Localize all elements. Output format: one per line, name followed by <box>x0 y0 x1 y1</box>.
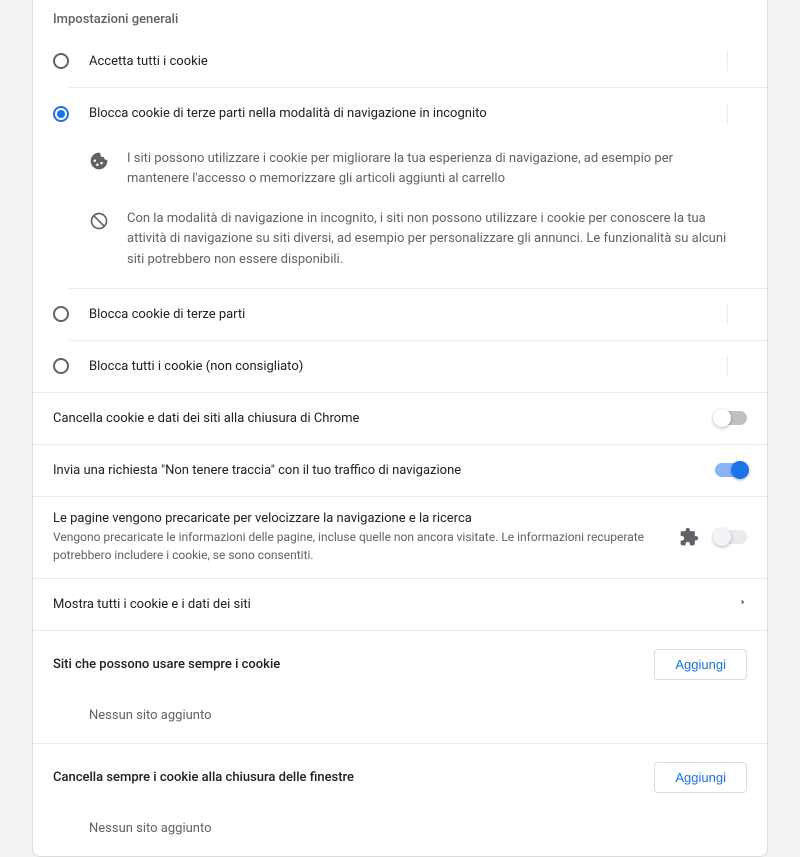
setting-text: Cancella cookie e dati dei siti alla chi… <box>53 411 699 426</box>
cookie-option-block-third-party-incognito[interactable]: Blocca cookie di terze parti nella modal… <box>69 87 767 139</box>
chevron-down-icon[interactable] <box>727 356 747 376</box>
option-label: Blocca cookie di terze parti <box>89 307 715 322</box>
setting-text: Mostra tutti i cookie e i dati dei siti <box>53 597 723 612</box>
option-label: Blocca tutti i cookie (non consigliato) <box>89 359 715 374</box>
cookie-option-block-all[interactable]: Blocca tutti i cookie (non consigliato) <box>69 340 767 392</box>
toggle-switch[interactable] <box>715 411 747 425</box>
description-text: Con la modalità di navigazione in incogn… <box>127 209 737 269</box>
cookie-icon <box>89 151 109 171</box>
setting-label: Mostra tutti i cookie e i dati dei siti <box>53 597 723 612</box>
setting-text: Invia una richiesta "Non tenere traccia"… <box>53 463 699 478</box>
toggle-switch[interactable] <box>715 463 747 477</box>
setting-label: Invia una richiesta "Non tenere traccia"… <box>53 463 699 478</box>
radio-icon <box>53 306 69 322</box>
site-section-header: Siti che possono usare sempre i cookie A… <box>33 631 767 698</box>
option-label: Accetta tutti i cookie <box>89 54 715 69</box>
radio-icon <box>53 358 69 374</box>
chevron-down-icon[interactable] <box>727 51 747 71</box>
site-section-clear-on-close: Cancella sempre i cookie alla chiusura d… <box>33 743 767 856</box>
cookie-option-block-third-party[interactable]: Blocca cookie di terze parti <box>69 288 767 340</box>
setting-do-not-track[interactable]: Invia una richiesta "Non tenere traccia"… <box>33 444 767 496</box>
add-button[interactable]: Aggiungi <box>654 762 747 793</box>
setting-text: Le pagine vengono precaricate per veloci… <box>53 511 663 564</box>
option-label: Blocca cookie di terze parti nella modal… <box>89 106 715 121</box>
option-description-1: I siti possono utilizzare i cookie per m… <box>33 139 767 199</box>
section-title: Impostazioni generali <box>33 0 767 35</box>
block-icon <box>89 211 109 231</box>
setting-preload-pages: Le pagine vengono precaricate per veloci… <box>33 496 767 578</box>
description-text: I siti possono utilizzare i cookie per m… <box>127 149 737 189</box>
setting-label: Cancella cookie e dati dei siti alla chi… <box>53 411 699 426</box>
chevron-up-icon[interactable] <box>727 104 747 124</box>
chevron-down-icon[interactable] <box>727 304 747 324</box>
radio-icon <box>53 106 69 122</box>
settings-card: Impostazioni generali Accetta tutti i co… <box>32 0 768 857</box>
toggle-switch <box>715 530 747 544</box>
site-section-title: Cancella sempre i cookie alla chiusura d… <box>53 770 354 785</box>
add-button[interactable]: Aggiungi <box>654 649 747 680</box>
setting-show-all-cookies[interactable]: Mostra tutti i cookie e i dati dei siti <box>33 578 767 630</box>
extension-icon <box>679 527 699 547</box>
site-section-allow: Siti che possono usare sempre i cookie A… <box>33 630 767 743</box>
chevron-right-icon <box>739 596 747 612</box>
empty-message: Nessun sito aggiunto <box>33 811 767 856</box>
setting-sublabel: Vengono precaricate le informazioni dell… <box>53 528 663 564</box>
setting-clear-on-exit[interactable]: Cancella cookie e dati dei siti alla chi… <box>33 392 767 444</box>
empty-message: Nessun sito aggiunto <box>33 698 767 743</box>
radio-icon <box>53 53 69 69</box>
site-section-header: Cancella sempre i cookie alla chiusura d… <box>33 744 767 811</box>
site-section-title: Siti che possono usare sempre i cookie <box>53 657 280 672</box>
cookie-option-allow-all[interactable]: Accetta tutti i cookie <box>69 35 767 87</box>
option-description-2: Con la modalità di navigazione in incogn… <box>33 199 767 287</box>
setting-label: Le pagine vengono precaricate per veloci… <box>53 511 663 526</box>
